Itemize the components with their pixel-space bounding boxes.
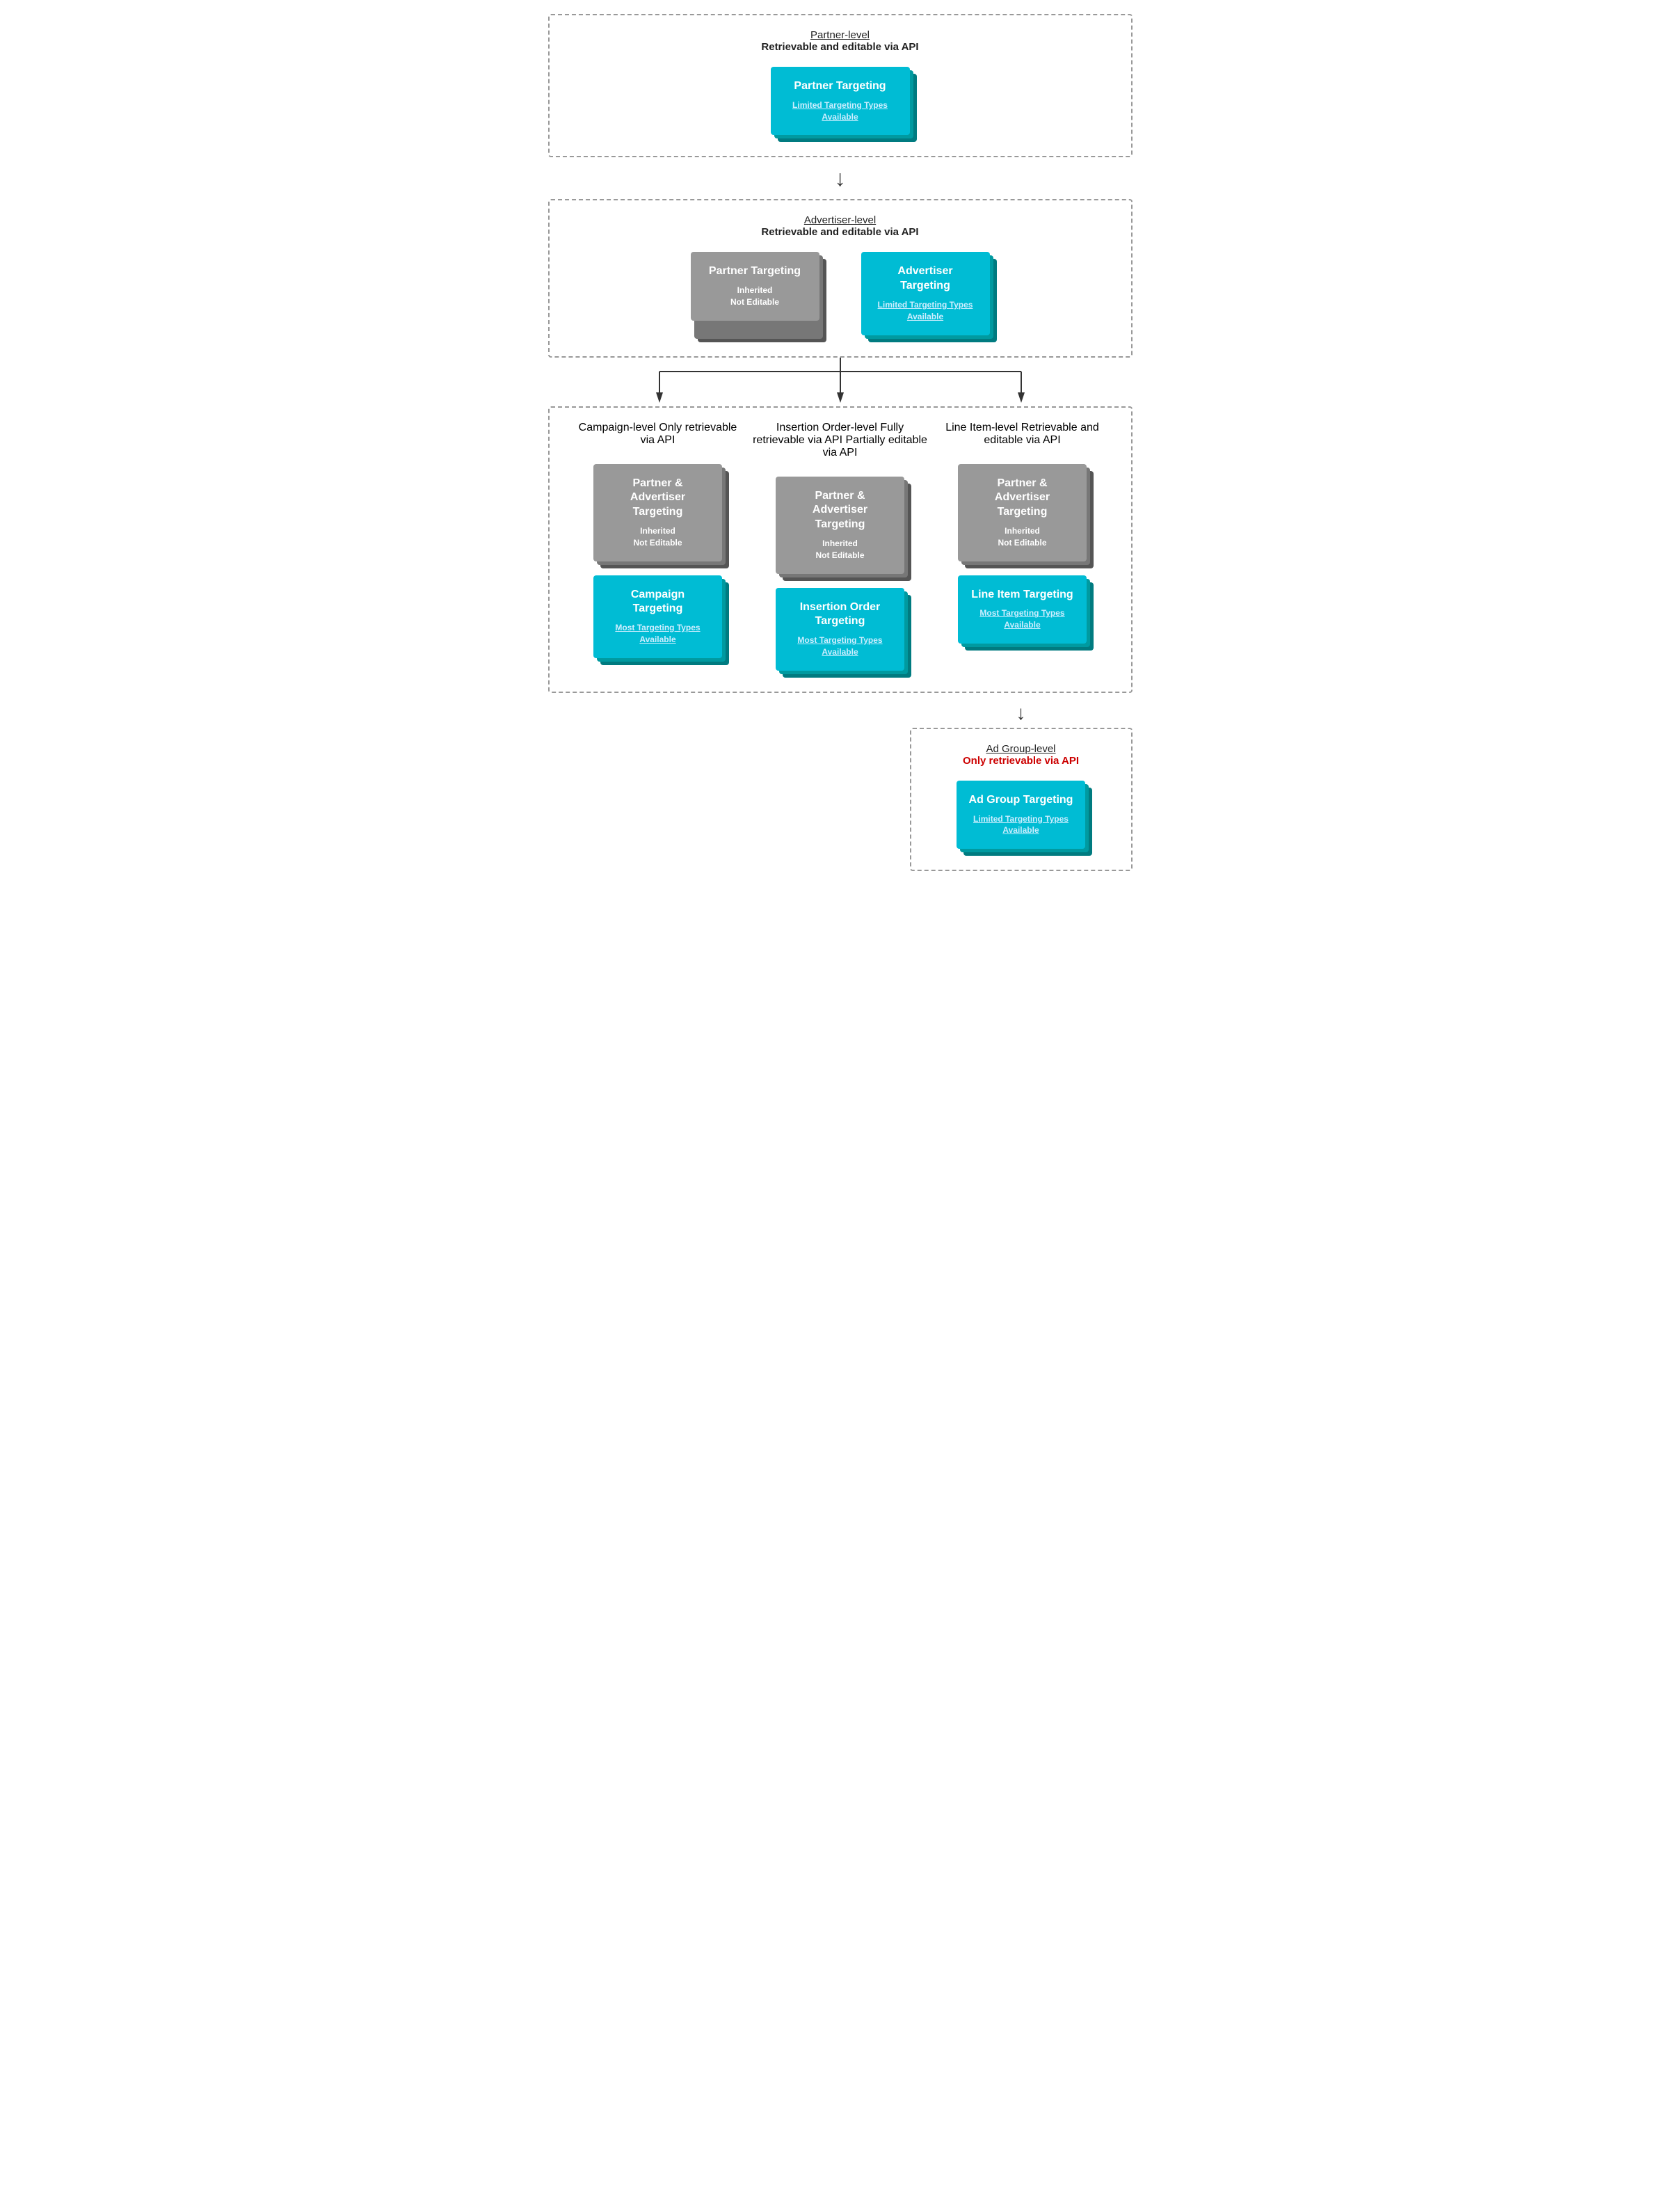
io-inherited-title: Partner & Advertiser Targeting xyxy=(787,489,893,532)
partner-level-header: Partner-level Retrievable and editable v… xyxy=(570,29,1110,53)
partner-level-desc: Retrievable and editable via API xyxy=(570,41,1110,53)
campaign-inherited-line1: Inherited xyxy=(605,525,711,537)
insertion-order-col: Insertion Order-level Fully retrievable … xyxy=(753,422,928,671)
partner-targeting-title: Partner Targeting xyxy=(782,79,899,94)
campaign-targeting-card: Campaign Targeting Most Targeting Types … xyxy=(593,575,722,658)
li-inherited-card: Partner & Advertiser Targeting Inherited… xyxy=(958,464,1087,561)
campaign-level-box: Campaign-level Only retrievable via API … xyxy=(548,406,1133,693)
advertiser-level-header: Advertiser-level Retrievable and editabl… xyxy=(570,214,1110,238)
adgroup-level-desc: Only retrievable via API xyxy=(932,755,1110,767)
advertiser-level-box: Advertiser-level Retrievable and editabl… xyxy=(548,199,1133,357)
li-inherited-line2: Not Editable xyxy=(969,537,1075,549)
campaign-targeting-link[interactable]: Most Targeting Types Available xyxy=(605,622,711,646)
campaign-inherited-line2: Not Editable xyxy=(605,537,711,549)
li-col-header: Line Item-level Retrievable and editable… xyxy=(935,422,1110,447)
li-targeting-card: Line Item Targeting Most Targeting Types… xyxy=(958,575,1087,644)
io-level-name: Insertion Order-level xyxy=(776,422,877,433)
li-targeting-title: Line Item Targeting xyxy=(969,588,1075,603)
campaign-col-header: Campaign-level Only retrievable via API xyxy=(570,422,746,447)
partner-level-box: Partner-level Retrievable and editable v… xyxy=(548,14,1133,157)
advertiser-level-name: Advertiser-level xyxy=(570,214,1110,226)
advertiser-targeting-card: Advertiser Targeting Limited Targeting T… xyxy=(861,252,990,335)
io-inherited-line2: Not Editable xyxy=(787,550,893,561)
li-inherited-line1: Inherited xyxy=(969,525,1075,537)
line-item-col: Line Item-level Retrievable and editable… xyxy=(935,422,1110,671)
card-front: Advertiser Targeting Limited Targeting T… xyxy=(861,252,990,335)
li-inherited-title: Partner & Advertiser Targeting xyxy=(969,477,1075,520)
campaign-inherited-card: Partner & Advertiser Targeting Inherited… xyxy=(593,464,722,561)
partner-targeting-link[interactable]: Limited Targeting Types Available xyxy=(782,99,899,123)
adgroup-level-header: Ad Group-level Only retrievable via API xyxy=(932,743,1110,767)
campaign-row: Campaign-level Only retrievable via API … xyxy=(570,422,1110,671)
card-front: Partner & Advertiser Targeting Inherited… xyxy=(776,477,904,574)
card-front: Partner Targeting Inherited Not Editable xyxy=(691,252,819,320)
card-front: Partner & Advertiser Targeting Inherited… xyxy=(958,464,1087,561)
arrows-svg xyxy=(548,358,1133,406)
card-front: Insertion Order Targeting Most Targeting… xyxy=(776,588,904,671)
adv-partner-inherited-line1: Inherited xyxy=(702,285,808,296)
io-inherited-card: Partner & Advertiser Targeting Inherited… xyxy=(776,477,904,574)
io-targeting-title: Insertion Order Targeting xyxy=(787,600,893,630)
io-targeting-link[interactable]: Most Targeting Types Available xyxy=(787,635,893,658)
multi-arrows xyxy=(548,358,1133,406)
adgroup-arrow: ↓ xyxy=(910,702,1133,728)
io-targeting-card: Insertion Order Targeting Most Targeting… xyxy=(776,588,904,671)
partner-cards-container: Partner Targeting Limited Targeting Type… xyxy=(570,67,1110,135)
adgroup-level-container: Ad Group-level Only retrievable via API … xyxy=(548,728,1133,871)
card-front: Ad Group Targeting Limited Targeting Typ… xyxy=(957,781,1085,849)
adgroup-targeting-card: Ad Group Targeting Limited Targeting Typ… xyxy=(957,781,1085,849)
partner-level-name: Partner-level xyxy=(570,29,1110,41)
campaign-inherited-title: Partner & Advertiser Targeting xyxy=(605,477,711,520)
card-front: Line Item Targeting Most Targeting Types… xyxy=(958,575,1087,644)
partner-targeting-card: Partner Targeting Limited Targeting Type… xyxy=(771,67,910,135)
adv-partner-targeting-title: Partner Targeting xyxy=(702,264,808,279)
adgroup-level-box: Ad Group-level Only retrievable via API … xyxy=(910,728,1133,871)
li-level-name: Line Item-level xyxy=(945,422,1018,433)
adgroup-targeting-link[interactable]: Limited Targeting Types Available xyxy=(968,813,1074,837)
campaign-targeting-title: Campaign Targeting xyxy=(605,588,711,617)
advertiser-targeting-title: Advertiser Targeting xyxy=(872,264,979,294)
adv-partner-inherited-line2: Not Editable xyxy=(702,296,808,308)
io-inherited-line1: Inherited xyxy=(787,538,893,550)
arrow-partner-to-advertiser: ↓ xyxy=(835,157,846,199)
advertiser-level-desc: Retrievable and editable via API xyxy=(570,226,1110,238)
card-front: Campaign Targeting Most Targeting Types … xyxy=(593,575,722,658)
io-col-header: Insertion Order-level Fully retrievable … xyxy=(753,422,928,459)
adgroup-level-name: Ad Group-level xyxy=(932,743,1110,755)
advertiser-partner-targeting-card: Partner Targeting Inherited Not Editable xyxy=(691,252,819,335)
adgroup-arrow-container: ↓ xyxy=(548,693,1133,728)
campaign-col: Campaign-level Only retrievable via API … xyxy=(570,422,746,671)
adgroup-targeting-title: Ad Group Targeting xyxy=(968,793,1074,808)
adgroup-cards-container: Ad Group Targeting Limited Targeting Typ… xyxy=(932,781,1110,849)
advertiser-cards-container: Partner Targeting Inherited Not Editable… xyxy=(570,252,1110,335)
li-targeting-link[interactable]: Most Targeting Types Available xyxy=(969,607,1075,631)
targeting-diagram: Partner-level Retrievable and editable v… xyxy=(541,14,1139,871)
card-front: Partner Targeting Limited Targeting Type… xyxy=(771,67,910,135)
advertiser-targeting-link[interactable]: Limited Targeting Types Available xyxy=(872,299,979,323)
campaign-level-name: Campaign-level xyxy=(579,422,656,433)
card-front: Partner & Advertiser Targeting Inherited… xyxy=(593,464,722,561)
